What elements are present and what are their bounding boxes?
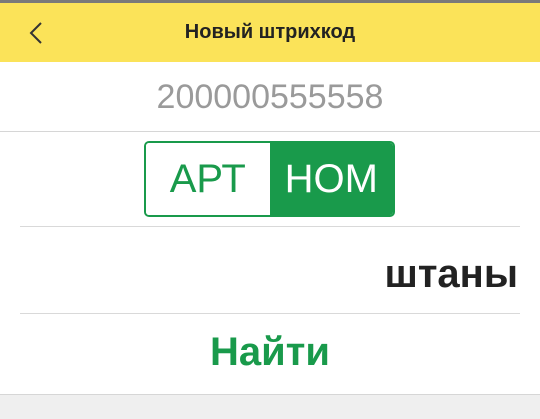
- barcode-value: 200000555558: [156, 78, 384, 116]
- mode-option-art[interactable]: АРТ: [146, 143, 270, 215]
- find-button[interactable]: Найти: [0, 330, 540, 375]
- divider: [20, 313, 520, 314]
- bottom-area: [0, 394, 540, 419]
- item-name-value: штаны: [384, 252, 519, 296]
- mode-option-nom[interactable]: НОМ: [269, 143, 393, 215]
- divider: [0, 131, 540, 132]
- mode-toggle: АРТ НОМ: [144, 141, 395, 217]
- page-title: Новый штрихкод: [184, 21, 356, 43]
- header-bar: Новый штрихкод: [0, 0, 540, 62]
- divider: [20, 226, 520, 227]
